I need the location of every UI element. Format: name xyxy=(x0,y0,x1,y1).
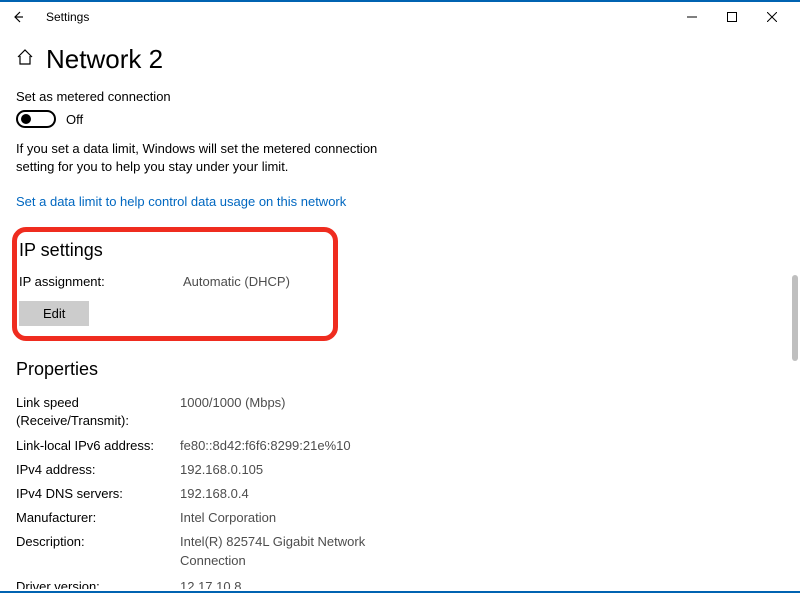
title-bar: Settings xyxy=(0,2,800,32)
property-value: Intel(R) 82574L Gigabit Network Connecti… xyxy=(180,533,380,569)
property-label: IPv4 DNS servers: xyxy=(16,485,180,503)
maximize-icon xyxy=(727,12,737,22)
toggle-knob xyxy=(21,114,31,124)
content-area: Network 2 Set as metered connection Off … xyxy=(0,32,800,589)
metered-description: If you set a data limit, Windows will se… xyxy=(16,140,416,175)
property-value: Intel Corporation xyxy=(180,509,380,527)
window-title: Settings xyxy=(46,10,682,24)
property-row: Manufacturer: Intel Corporation xyxy=(16,509,784,527)
ip-assignment-label: IP assignment: xyxy=(19,273,183,291)
property-row: IPv4 DNS servers: 192.168.0.4 xyxy=(16,485,784,503)
property-value: 192.168.0.4 xyxy=(180,485,380,503)
home-icon xyxy=(16,48,34,71)
property-row: Description: Intel(R) 82574L Gigabit Net… xyxy=(16,533,784,569)
minimize-button[interactable] xyxy=(682,7,702,27)
metered-toggle[interactable] xyxy=(16,110,56,128)
property-label: Manufacturer: xyxy=(16,509,180,527)
edit-button[interactable]: Edit xyxy=(19,301,89,326)
window-controls xyxy=(682,7,796,27)
close-icon xyxy=(767,12,777,22)
property-value: 192.168.0.105 xyxy=(180,461,380,479)
scrollbar-thumb[interactable] xyxy=(792,275,798,361)
properties-section: Properties Link speed (Receive/Transmit)… xyxy=(16,359,784,589)
back-button[interactable] xyxy=(4,3,32,31)
property-label: Description: xyxy=(16,533,180,569)
property-row: Link speed (Receive/Transmit): 1000/1000… xyxy=(16,394,784,430)
property-value: fe80::8d42:f6f6:8299:21e%10 xyxy=(180,437,380,455)
property-label: IPv4 address: xyxy=(16,461,180,479)
property-row: IPv4 address: 192.168.0.105 xyxy=(16,461,784,479)
metered-toggle-row: Off xyxy=(16,110,784,128)
properties-title: Properties xyxy=(16,359,784,380)
metered-connection-label: Set as metered connection xyxy=(16,89,784,104)
data-limit-link[interactable]: Set a data limit to help control data us… xyxy=(16,194,346,209)
page-title: Network 2 xyxy=(46,44,163,75)
maximize-button[interactable] xyxy=(722,7,742,27)
arrow-left-icon xyxy=(11,10,25,24)
page-header: Network 2 xyxy=(16,44,784,75)
property-value: 1000/1000 (Mbps) xyxy=(180,394,380,430)
close-button[interactable] xyxy=(762,7,782,27)
ip-settings-title: IP settings xyxy=(19,240,323,261)
property-label: Driver version: xyxy=(16,578,180,589)
ip-assignment-row: IP assignment: Automatic (DHCP) xyxy=(19,273,323,291)
property-label: Link-local IPv6 address: xyxy=(16,437,180,455)
ip-assignment-value: Automatic (DHCP) xyxy=(183,273,323,291)
metered-toggle-state: Off xyxy=(66,112,83,127)
property-value: 12.17.10.8 xyxy=(180,578,380,589)
property-row: Link-local IPv6 address: fe80::8d42:f6f6… xyxy=(16,437,784,455)
property-row: Driver version: 12.17.10.8 xyxy=(16,578,784,589)
ip-settings-highlight: IP settings IP assignment: Automatic (DH… xyxy=(12,227,338,341)
minimize-icon xyxy=(687,12,697,22)
property-label: Link speed (Receive/Transmit): xyxy=(16,394,180,430)
